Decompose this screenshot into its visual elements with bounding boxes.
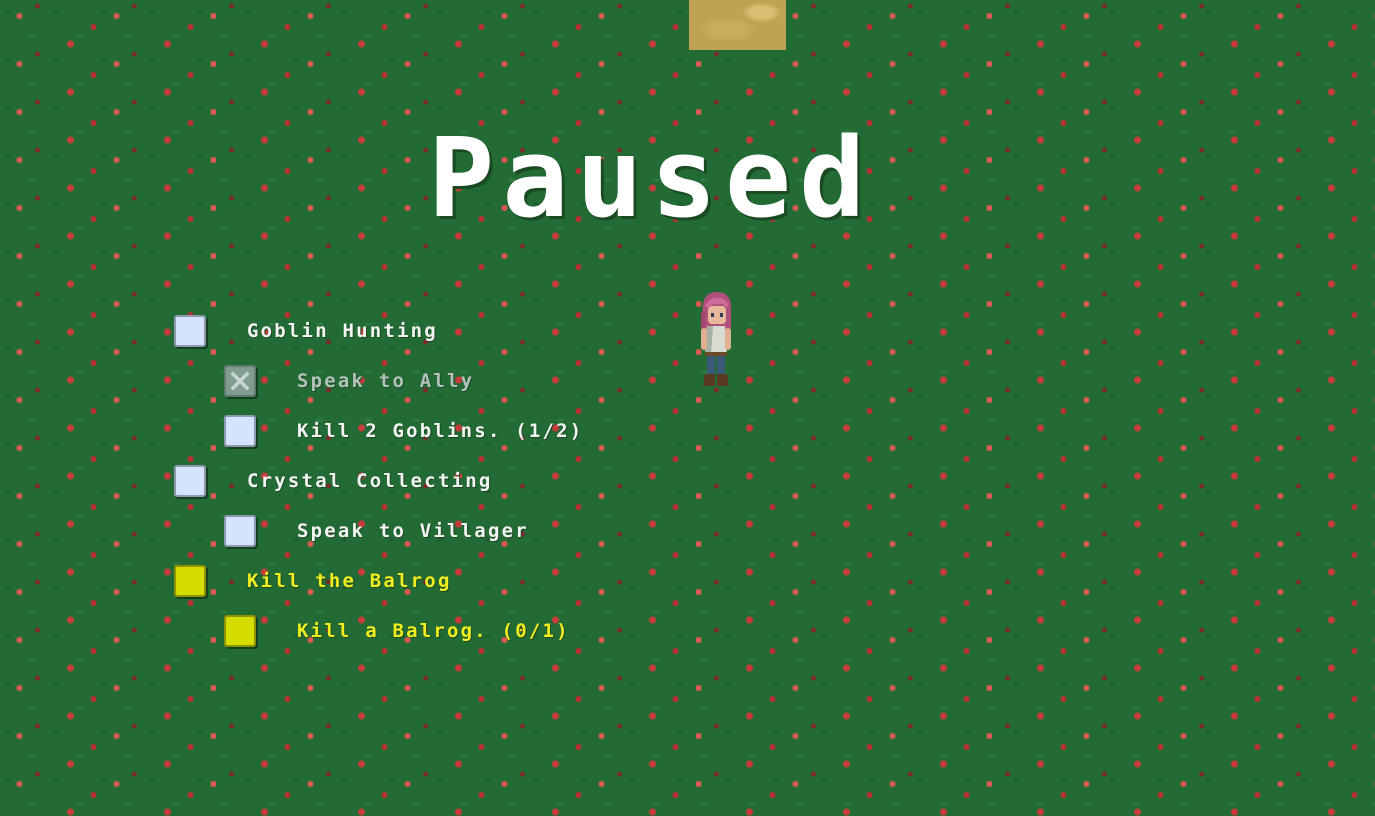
player-character-sprite — [701, 292, 731, 386]
sand-tile — [689, 0, 786, 50]
objective-checkbox-complete[interactable] — [224, 365, 256, 397]
objective-checkbox[interactable] — [224, 415, 256, 447]
objective-row-kill-a-balrog[interactable]: Kill a Balrog. (0/1) — [224, 611, 570, 651]
objective-checkbox[interactable] — [224, 515, 256, 547]
pause-title: Paused — [428, 114, 874, 242]
quest-checkbox[interactable] — [174, 465, 206, 497]
objective-label: Speak to Ally — [297, 370, 475, 392]
quest-title: Goblin Hunting — [247, 320, 438, 342]
quest-checkbox-active[interactable] — [174, 565, 206, 597]
quest-row-kill-the-balrog[interactable]: Kill the Balrog — [174, 561, 452, 601]
quest-title: Crystal Collecting — [247, 470, 493, 492]
x-mark-icon — [230, 371, 250, 391]
objective-label: Kill a Balrog. (0/1) — [297, 620, 570, 642]
quest-row-crystal-collecting[interactable]: Crystal Collecting — [174, 461, 493, 501]
objective-row-speak-to-ally[interactable]: Speak to Ally — [224, 361, 474, 401]
objective-row-speak-to-villager[interactable]: Speak to Villager — [224, 511, 529, 551]
objective-row-kill-goblins[interactable]: Kill 2 Goblins. (1/2) — [224, 411, 583, 451]
objective-label: Kill 2 Goblins. (1/2) — [297, 420, 584, 442]
quest-row-goblin-hunting[interactable]: Goblin Hunting — [174, 311, 438, 351]
objective-label: Speak to Villager — [297, 520, 529, 542]
objective-checkbox-active[interactable] — [224, 615, 256, 647]
quest-title: Kill the Balrog — [247, 570, 452, 592]
quest-checkbox[interactable] — [174, 315, 206, 347]
